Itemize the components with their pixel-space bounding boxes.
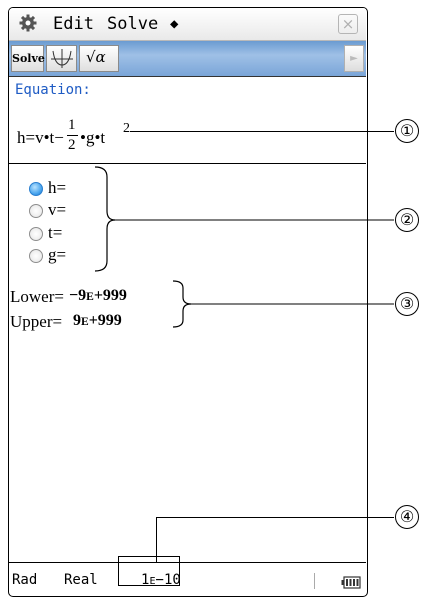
variable-label-g: g= bbox=[48, 245, 67, 264]
upper-value[interactable]: 9E+999 bbox=[73, 312, 122, 330]
sqrt-alpha-label: √α bbox=[86, 48, 106, 66]
equation-lhs[interactable]: h=v•t− bbox=[17, 128, 64, 148]
upper-label: Upper= bbox=[10, 312, 63, 331]
equation-divider bbox=[9, 163, 366, 164]
callout-4-vline bbox=[156, 517, 157, 563]
sqrt-button[interactable]: √α bbox=[79, 45, 119, 72]
equation-rhs[interactable]: •g•t bbox=[80, 128, 105, 148]
status-angle[interactable]: Rad bbox=[12, 572, 37, 588]
menu-solve[interactable]: Solve bbox=[107, 14, 158, 34]
lower-label: Lower= bbox=[10, 287, 64, 306]
variable-label-h: h= bbox=[48, 178, 67, 197]
close-button[interactable]: × bbox=[338, 14, 358, 34]
variable-label-t: t= bbox=[48, 223, 63, 242]
menu-edit[interactable]: Edit bbox=[53, 14, 94, 34]
radio-v[interactable] bbox=[29, 204, 43, 218]
fraction-bar bbox=[67, 135, 78, 136]
radio-h[interactable] bbox=[29, 182, 43, 196]
variable-label-v: v= bbox=[48, 200, 67, 219]
callout-3-bracket bbox=[173, 280, 394, 328]
callout-1: ① bbox=[395, 119, 419, 143]
gear-icon[interactable] bbox=[19, 14, 37, 36]
toolbar-scroll-right[interactable]: ► bbox=[344, 45, 364, 72]
equation-exponent: 2 bbox=[123, 121, 130, 136]
graph-icon bbox=[51, 49, 73, 68]
graph-button[interactable] bbox=[46, 45, 77, 72]
equation-label: Equation: bbox=[15, 82, 91, 98]
callout-2-bracket bbox=[95, 166, 394, 272]
battery-icon bbox=[341, 574, 361, 593]
callout-4-highlight-box bbox=[118, 556, 180, 586]
status-separator bbox=[314, 573, 315, 589]
menu-bar: Edit Solve ◆ × bbox=[9, 8, 366, 41]
equation-frac-num: 1 bbox=[68, 117, 76, 133]
status-divider bbox=[9, 562, 366, 563]
callout-3: ③ bbox=[395, 292, 419, 316]
radio-g[interactable] bbox=[29, 249, 43, 263]
equation-frac-den: 2 bbox=[68, 137, 76, 153]
callout-2: ② bbox=[395, 208, 419, 232]
menu-diamond[interactable]: ◆ bbox=[170, 16, 178, 32]
callout-1-line bbox=[130, 131, 394, 132]
lower-value[interactable]: −9E+999 bbox=[69, 287, 127, 305]
radio-t[interactable] bbox=[29, 227, 43, 241]
status-mode[interactable]: Real bbox=[64, 572, 98, 588]
solve-button[interactable]: Solve bbox=[11, 45, 45, 72]
callout-4-hline bbox=[156, 517, 394, 518]
callout-4: ④ bbox=[395, 505, 419, 529]
toolbar: Solve √α ► bbox=[9, 41, 366, 77]
